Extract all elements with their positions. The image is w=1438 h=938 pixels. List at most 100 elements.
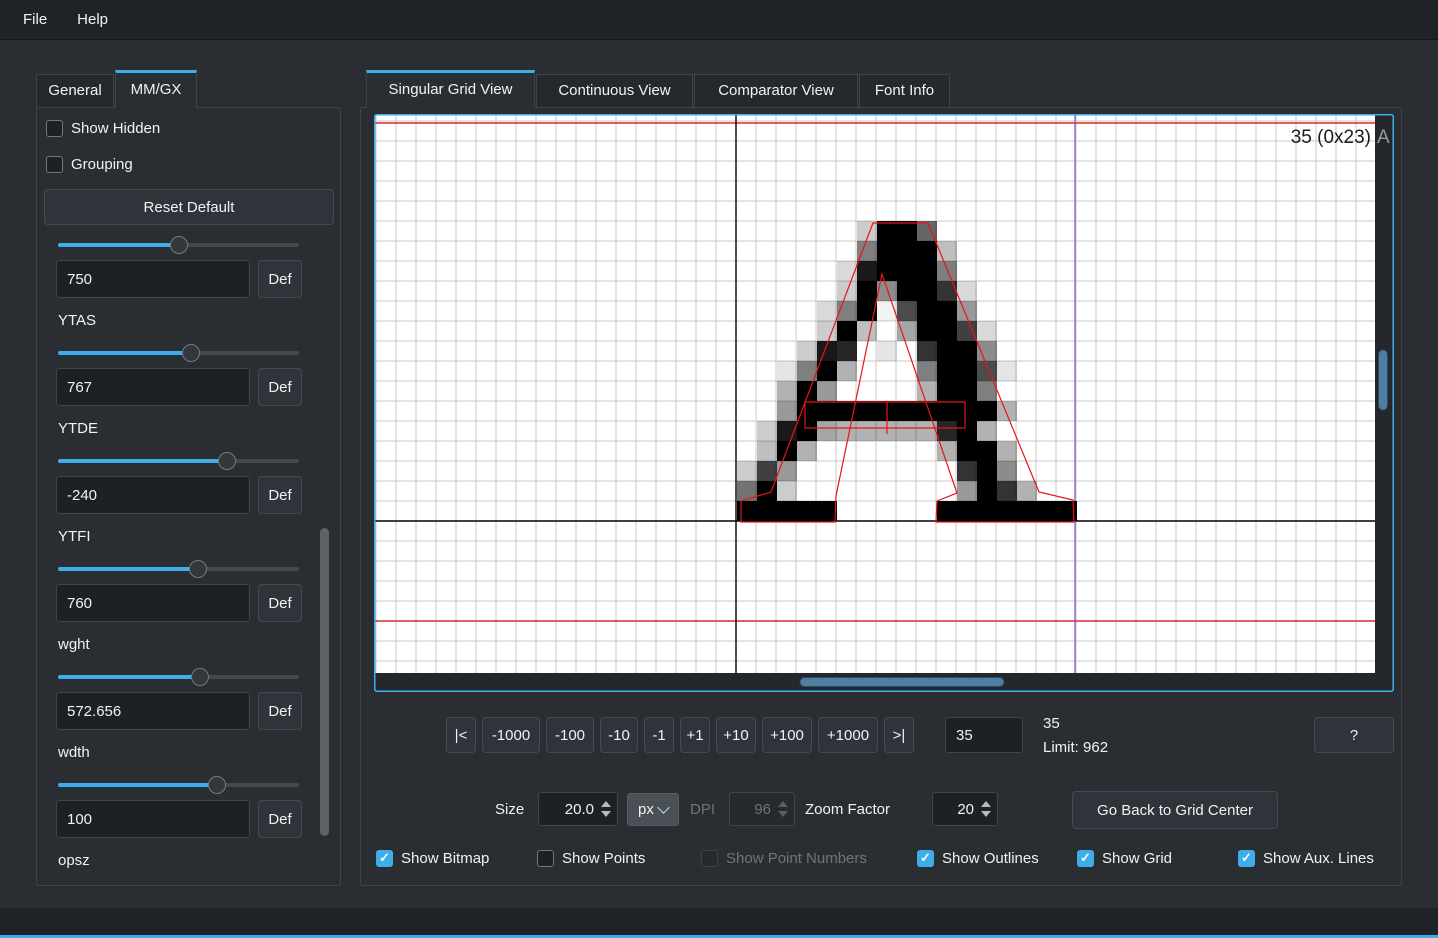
axis-slider-wdth[interactable]: [58, 776, 299, 794]
bitmap-pixel: [957, 321, 977, 341]
axis-default-button-ytde[interactable]: Def: [258, 476, 302, 514]
toggle-show-bitmap[interactable]: ✓Show Bitmap: [376, 847, 489, 869]
tab-singular-grid-view[interactable]: Singular Grid View: [366, 70, 535, 108]
checkbox-icon: ✓: [1238, 850, 1255, 867]
axis-slider-wght[interactable]: [58, 668, 299, 686]
toggle-show-point-numbers: Show Point Numbers: [701, 847, 867, 869]
toggle-grouping[interactable]: Grouping: [46, 153, 133, 175]
bitmap-pixel: [817, 301, 837, 321]
bitmap-pixel: [957, 461, 977, 481]
toggle-show-hidden[interactable]: Show Hidden: [46, 117, 160, 139]
bitmap-pixel: [777, 481, 797, 501]
axis-value-input-ytde[interactable]: [56, 476, 250, 514]
tab-comparator-view[interactable]: Comparator View: [694, 74, 858, 108]
zoom-factor-spinbox[interactable]: 20: [932, 792, 998, 826]
axis-slider-axis-0[interactable]: [58, 236, 299, 254]
bitmap-pixel: [737, 481, 757, 501]
axis-value-input-axis-0[interactable]: [56, 260, 250, 298]
axis-slider-ytde[interactable]: [58, 452, 299, 470]
tab-general[interactable]: General: [36, 74, 114, 108]
bitmap-pixel: [937, 261, 957, 281]
axis-value-row-ytfi: Def: [56, 584, 320, 622]
toggle-show-points[interactable]: Show Points: [537, 847, 645, 869]
bitmap-pixel: [897, 221, 917, 241]
tab-font-info[interactable]: Font Info: [859, 74, 950, 108]
slider-handle[interactable]: [189, 560, 207, 578]
nav-minus-100-button[interactable]: -100: [546, 717, 594, 753]
axis-default-button-ytas[interactable]: Def: [258, 368, 302, 406]
bitmap-pixel: [837, 261, 857, 281]
checkbox-label: Show Hidden: [71, 120, 160, 137]
reset-default-button[interactable]: Reset Default: [44, 189, 334, 225]
bitmap-pixel: [937, 281, 957, 301]
nav-minus-10-button[interactable]: -10: [600, 717, 638, 753]
nav-last-button[interactable]: >|: [884, 717, 914, 753]
bitmap-pixel: [857, 421, 877, 441]
axis-value-input-ytfi[interactable]: [56, 584, 250, 622]
bitmap-pixel: [1017, 481, 1037, 501]
axis-default-button-wdth[interactable]: Def: [258, 800, 302, 838]
spin-arrows-icon[interactable]: [981, 801, 991, 817]
axis-label-ytas: YTAS: [58, 312, 320, 332]
bitmap-pixel: [757, 501, 777, 521]
bitmap-pixel: [857, 321, 877, 341]
horizontal-scrollbar[interactable]: [800, 678, 1004, 687]
slider-handle[interactable]: [191, 668, 209, 686]
vertical-scrollbar[interactable]: [1379, 350, 1388, 410]
nav-first-button[interactable]: |<: [446, 717, 476, 753]
axis-value-input-wdth[interactable]: [56, 800, 250, 838]
bitmap-pixel: [917, 341, 937, 361]
bitmap-pixel: [937, 401, 957, 421]
bitmap-pixel: [737, 501, 757, 521]
bitmap-pixel: [777, 361, 797, 381]
tab-mm-gx[interactable]: MM/GX: [115, 70, 197, 108]
bitmap-pixel: [877, 241, 897, 261]
bitmap-pixel: [957, 401, 977, 421]
unit-combo[interactable]: px: [627, 793, 679, 826]
nav-plus-1000-button[interactable]: +1000: [818, 717, 878, 753]
bottom-bar: Amstelvar-avar2.ttf↑↓Close0: Amstelvar R…: [0, 908, 1438, 938]
glyph-index-input[interactable]: [945, 717, 1023, 753]
axis-list-scrollbar[interactable]: [320, 528, 329, 836]
slider-fill: [58, 675, 200, 679]
spin-arrows-icon[interactable]: [601, 801, 611, 817]
menu-help[interactable]: Help: [62, 0, 123, 40]
chevron-down-icon: [657, 801, 670, 814]
slider-handle[interactable]: [208, 776, 226, 794]
size-spinbox[interactable]: 20.0: [538, 792, 618, 826]
nav-minus-1-button[interactable]: -1: [644, 717, 674, 753]
nav-plus-100-button[interactable]: +100: [762, 717, 812, 753]
toggle-show-grid[interactable]: ✓Show Grid: [1077, 847, 1172, 869]
bitmap-pixel: [977, 341, 997, 361]
slider-handle[interactable]: [170, 236, 188, 254]
axis-slider-ytas[interactable]: [58, 344, 299, 362]
bitmap-pixel: [997, 401, 1017, 421]
tab-continuous-view[interactable]: Continuous View: [536, 74, 693, 108]
spin-value: 20: [957, 801, 974, 818]
toggle-show-aux-lines[interactable]: ✓Show Aux. Lines: [1238, 847, 1374, 869]
bitmap-pixel: [977, 461, 997, 481]
nav-plus-10-button[interactable]: +10: [716, 717, 756, 753]
bitmap-pixel: [857, 261, 877, 281]
dpi-spinbox: 96: [729, 792, 795, 826]
axis-value-input-wght[interactable]: [56, 692, 250, 730]
menu-file[interactable]: File: [8, 0, 62, 40]
glyph-canvas[interactable]: 35 (0x23)A: [374, 114, 1394, 692]
axis-default-button-ytfi[interactable]: Def: [258, 584, 302, 622]
slider-handle[interactable]: [182, 344, 200, 362]
axis-value-input-ytas[interactable]: [56, 368, 250, 406]
bitmap-pixel: [837, 361, 857, 381]
toggle-show-outlines[interactable]: ✓Show Outlines: [917, 847, 1039, 869]
nav-plus-1-button[interactable]: +1: [680, 717, 710, 753]
glyph-grid-view[interactable]: 35 (0x23)A: [374, 114, 1394, 696]
axis-default-button-wght[interactable]: Def: [258, 692, 302, 730]
slider-handle[interactable]: [218, 452, 236, 470]
nav-minus-1000-button[interactable]: -1000: [482, 717, 540, 753]
bitmap-pixel: [957, 281, 977, 301]
bitmap-pixel: [917, 261, 937, 281]
axis-slider-ytfi[interactable]: [58, 560, 299, 578]
bitmap-pixel: [977, 321, 997, 341]
axis-default-button-axis-0[interactable]: Def: [258, 260, 302, 298]
grid-center-button[interactable]: Go Back to Grid Center: [1072, 791, 1278, 829]
help-button[interactable]: ?: [1314, 717, 1394, 753]
